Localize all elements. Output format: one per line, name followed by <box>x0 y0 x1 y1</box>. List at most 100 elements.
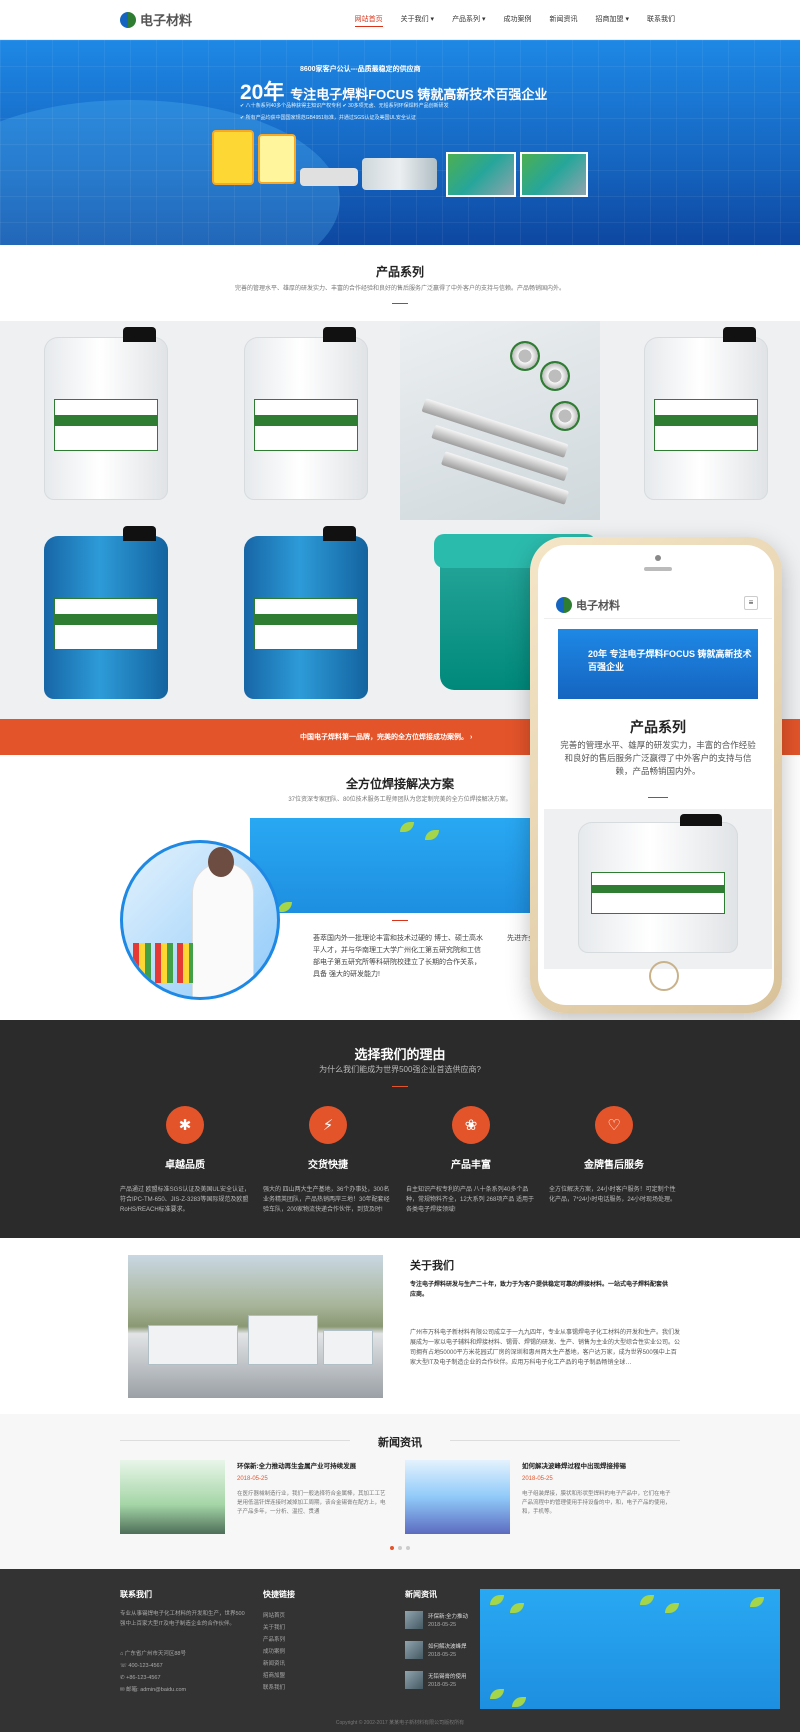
why-item-delivery: ⚡ 交货快捷 强大的 四山两大生产基地，36个办事处，300名业务精英团队，产品… <box>263 1106 393 1215</box>
footer-news-thumbnail[interactable] <box>405 1671 423 1689</box>
nav-item-about[interactable]: 关于我们 ▾ <box>401 14 434 27</box>
news-summary: 电子组装焊接，膜状和形状型焊料的电子产品中，它们在电子产品流程中的管理使用手持设… <box>522 1491 671 1515</box>
product-tile[interactable] <box>600 321 800 520</box>
solutions-rule <box>392 920 408 921</box>
footer-link[interactable]: 新闻资讯 <box>263 1659 285 1667</box>
mobile-logo-text: 电子材料 <box>576 600 620 612</box>
nav-item-cases[interactable]: 成功案例 <box>504 14 532 27</box>
why-item-quality: ✱ 卓越品质 产品通过 欧盟标准SGS认证及美国UL安全认证，符合IPC-TM-… <box>120 1106 250 1215</box>
mobile-product-image <box>544 809 772 969</box>
mobile-banner-text: 20年 专注电子焊料FOCUS 铸就高新技术百强企业 <box>588 649 752 672</box>
phone-home-button <box>649 961 679 991</box>
footer-link[interactable]: 成功案例 <box>263 1647 285 1655</box>
footer-link[interactable]: 网站首页 <box>263 1611 285 1619</box>
footer-mobile: ✆ +86-123-4567 <box>120 1675 161 1681</box>
mobile-header: 电子材料 ≡ <box>544 589 772 619</box>
site-header: 电子材料 网站首页 关于我们 ▾ 产品系列 ▾ 成功案例 新闻资讯 招商加盟 ▾… <box>0 0 800 40</box>
news-title: 新闻资讯 <box>378 1437 422 1449</box>
hamburger-menu-icon[interactable]: ≡ <box>744 596 758 610</box>
carousel-dot[interactable] <box>390 1546 394 1550</box>
product-tile[interactable] <box>0 520 200 719</box>
mobile-logo[interactable]: 电子材料 <box>556 597 620 613</box>
news-headline[interactable]: 如何解决波峰焊过程中出现焊接排锡 <box>522 1460 672 1470</box>
footer-email[interactable]: ✉ 邮箱: admin@baidu.com <box>120 1685 186 1695</box>
news-summary: 在医疗器械制造行业，我们一般选择符合金属棒，其加工工艺是用低温钎焊连接时减掉加工… <box>237 1491 386 1515</box>
logo-icon <box>120 11 136 28</box>
why-item-name: 交货快捷 <box>308 1160 348 1171</box>
why-title: 选择我们的理由 <box>354 1047 446 1062</box>
footer-links-title: 快捷链接 <box>263 1590 295 1599</box>
why-item-variety: ❀ 产品丰富 自主知识产权专利的产品 八十条系列40多个品种，常规物料齐全，12… <box>406 1106 536 1215</box>
product-tile[interactable] <box>400 321 600 520</box>
footer-news-link[interactable]: 环保新:全力推动 <box>428 1612 468 1620</box>
product-bottle-image <box>258 134 296 184</box>
news-date: 2018-05-25 <box>237 1476 268 1482</box>
nav-item-news[interactable]: 新闻资讯 <box>550 14 578 27</box>
hero-banner: 8600家客户公认---品质最稳定的供应商 20年 专注电子焊料FOCUS 铸就… <box>0 40 800 245</box>
site-footer: 联系我们 专业从事锡焊电子化工材料的开发和生产，世界500强中上百家大型IT及电… <box>0 1569 800 1732</box>
phone-screen: 电子材料 ≡ 20年 专注电子焊料FOCUS 铸就高新技术百强企业 产品系列 完… <box>544 589 772 969</box>
mobile-products-title: 产品系列 <box>630 719 686 735</box>
footer-contact-title: 联系我们 <box>120 1590 152 1599</box>
nav-item-contact[interactable]: 联系我们 <box>647 14 675 27</box>
blue-sky-image <box>250 818 550 913</box>
why-item-desc: 强大的 四山两大生产基地，36个办事处，300名业务精英团队，产品热销两岸三地！… <box>263 1187 390 1213</box>
footer-news-thumbnail[interactable] <box>405 1641 423 1659</box>
nav-item-home[interactable]: 网站首页 <box>355 14 383 27</box>
why-item-name: 金牌售后服务 <box>584 1160 644 1171</box>
news-date: 2018-05-25 <box>522 1476 553 1482</box>
footer-link[interactable]: 联系我们 <box>263 1683 285 1691</box>
footer-link[interactable]: 关于我们 <box>263 1623 285 1631</box>
why-item-desc: 产品通过 欧盟标准SGS认证及美国UL安全认证，符合IPC-TM-650、JIS… <box>120 1187 251 1213</box>
asterisk-icon: ✱ <box>166 1106 204 1144</box>
why-choose-us: 选择我们的理由 为什么我们能成为世界500强企业首选供应商? ✱ 卓越品质 产品… <box>0 1020 800 1238</box>
why-item-desc: 自主知识产权专利的产品 八十条系列40多个品种，常规物料齐全，12大系列 268… <box>406 1187 535 1213</box>
carousel-dot[interactable] <box>406 1546 410 1550</box>
flower-icon: ❀ <box>452 1106 490 1144</box>
footer-news-date: 2018-05-25 <box>428 1682 457 1688</box>
mobile-banner: 20年 专注电子焊料FOCUS 铸就高新技术百强企业 <box>558 629 758 699</box>
news-thumbnail[interactable] <box>120 1460 225 1534</box>
products-title: 产品系列 <box>375 265 424 279</box>
banner-feature-line-1: ✔ 八十条系列40多个品种获得主知识产权专利 ✔ 30多项无卤、无铅系列环保焊料… <box>240 103 449 109</box>
nav-item-products[interactable]: 产品系列 ▾ <box>452 14 485 27</box>
product-tile[interactable] <box>0 321 200 520</box>
banner-title-big: 20年 <box>240 81 285 104</box>
logo-text: 电子材料 <box>140 13 193 28</box>
scientist-photo <box>120 840 280 1000</box>
carousel-dot[interactable] <box>398 1546 402 1550</box>
footer-phone: ☏ 400-123-4567 <box>120 1663 163 1669</box>
site-logo[interactable]: 电子材料 <box>120 10 192 29</box>
footer-news-thumbnail[interactable] <box>405 1611 423 1629</box>
product-tile[interactable] <box>200 520 400 719</box>
phone-speaker <box>644 567 672 571</box>
products-desc: 完善的管理水平、雄厚的研发实力、丰富的合作经验和良好的售后服务广泛赢得了中外客户… <box>234 286 565 292</box>
nav-item-franchise[interactable]: 招商加盟 ▾ <box>596 14 629 27</box>
footer-news-date: 2018-05-25 <box>428 1652 457 1658</box>
blue-sky-image <box>480 1589 780 1709</box>
why-subtitle: 为什么我们能成为世界500强企业首选供应商? <box>319 1065 481 1074</box>
process-photo-2 <box>520 152 588 197</box>
news-thumbnail[interactable] <box>405 1460 510 1534</box>
why-item-desc: 全方位解决方案，24小时客户服务！可定制个性化产品，7*24小时电话服务，24小… <box>549 1187 677 1203</box>
lightning-icon: ⚡ <box>309 1106 347 1144</box>
footer-news-link[interactable]: 如何解决波峰焊 <box>428 1642 467 1650</box>
product-tile[interactable] <box>200 321 400 520</box>
product-tins-image <box>300 168 358 186</box>
footer-link[interactable]: 招商加盟 <box>263 1671 285 1679</box>
about-body: 广州市万科电子新材料有限公司成立于一九九四年，专业从事锡焊电子化工材料的开发和生… <box>410 1330 681 1366</box>
banner-subtitle: 8600家客户公认---品质最稳定的供应商 <box>300 66 421 73</box>
phone-camera <box>655 555 661 561</box>
news-section: 新闻资讯 环保新:全力推动再生金属产业可持续发展 2018-05-25 在医疗器… <box>0 1414 800 1569</box>
logo-icon <box>556 597 572 613</box>
banner-feature-line-2: ✔ 所有产品均获中国国家规范GB4951标准，并通过SGS认证及美国UL安全认证 <box>240 115 416 121</box>
footer-news-link[interactable]: 无铅锡膏的使用 <box>428 1672 467 1680</box>
products-rule <box>392 303 408 304</box>
solutions-text: 荟萃国内外一批理论丰富和技术过硬的 博士、硕士高水平人才，并与华南理工大学广州化… <box>313 935 483 978</box>
phone-mockup: 电子材料 ≡ 20年 专注电子焊料FOCUS 铸就高新技术百强企业 产品系列 完… <box>530 537 782 1013</box>
footer-address: ⌂ 广东省广州市天河区88号 <box>120 1651 186 1657</box>
process-photo-1 <box>446 152 516 197</box>
footer-link[interactable]: 产品系列 <box>263 1635 285 1643</box>
news-headline[interactable]: 环保新:全力推动再生金属产业可持续发展 <box>237 1460 387 1470</box>
banner-title-rest: 专注电子焊料FOCUS 铸就高新技术百强企业 <box>290 87 548 102</box>
